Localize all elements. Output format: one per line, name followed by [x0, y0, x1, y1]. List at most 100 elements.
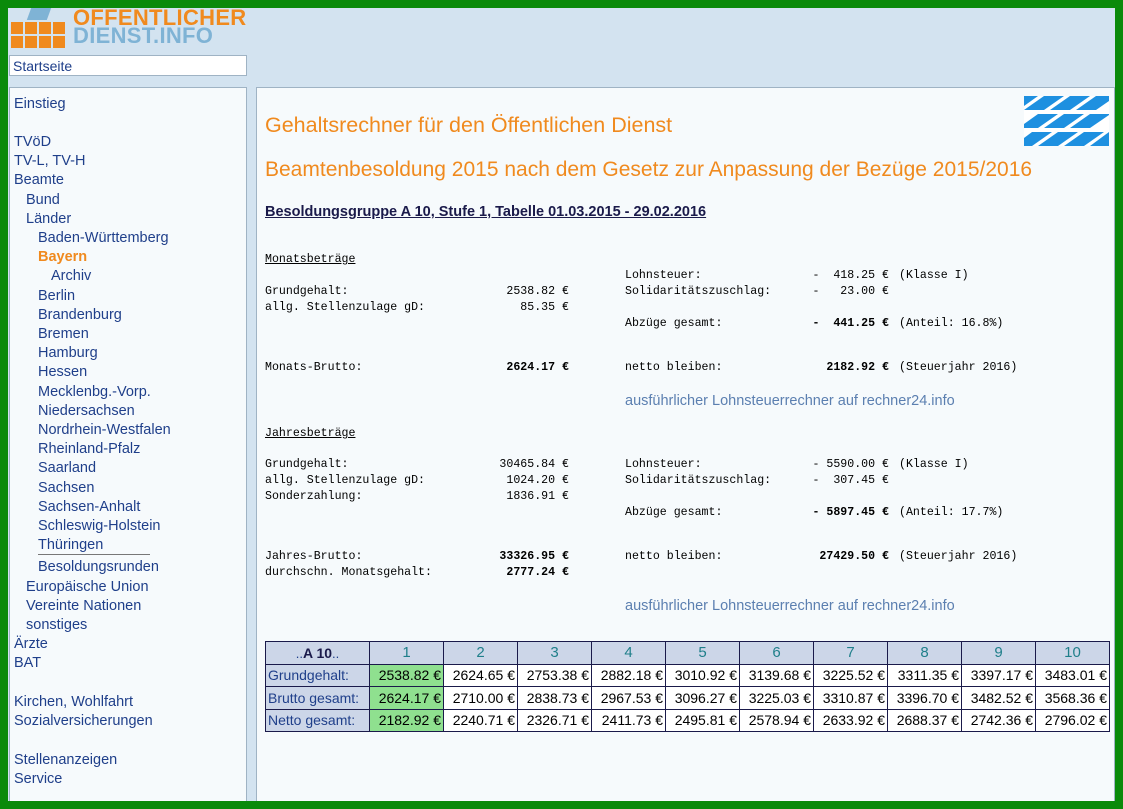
yearly-section-title: Jahresbeträge — [265, 427, 356, 440]
group-title: Besoldungsgruppe A 10, Stufe 1, Tabelle … — [265, 204, 707, 220]
sidebar-item-hamburg[interactable]: Hamburg — [38, 345, 98, 362]
home-link[interactable]: Startseite — [9, 55, 247, 76]
stage-header-2[interactable]: 2 — [443, 641, 518, 665]
sidebar-item-rheinland-pfalz[interactable]: Rheinland-Pfalz — [38, 441, 140, 458]
sidebar-item-sozialversicherungen[interactable]: Sozialversicherungen — [14, 713, 153, 730]
table-cell[interactable]: 3397.17 € — [961, 663, 1036, 687]
sidebar-item-brandenburg[interactable]: Brandenburg — [38, 307, 122, 324]
yearly-brutto-value: 33326.95 € — [499, 550, 569, 563]
table-cell[interactable]: 3482.52 € — [961, 686, 1036, 710]
monthly-abzuege-value: - 441.25 € — [812, 317, 889, 330]
sidebar-item-vereinte-nationen[interactable]: Vereinte Nationen — [26, 598, 141, 615]
table-cell[interactable]: 2742.36 € — [961, 708, 1036, 732]
sidebar-item-service[interactable]: Service — [14, 771, 62, 788]
yearly-lohnsteuer-value: - 5590.00 € — [812, 458, 889, 471]
table-cell[interactable]: 3568.36 € — [1035, 686, 1110, 710]
table-cell[interactable]: 3396.70 € — [887, 686, 962, 710]
table-cell[interactable]: 2633.92 € — [813, 708, 888, 732]
table-cell[interactable]: 3139.68 € — [739, 663, 814, 687]
table-cell[interactable]: 2495.81 € — [665, 708, 740, 732]
sidebar-item-saarland[interactable]: Saarland — [38, 460, 96, 477]
sidebar-item-niedersachsen[interactable]: Niedersachsen — [38, 403, 135, 420]
sidebar-item-beamte[interactable]: Beamte — [14, 172, 64, 189]
monthly-zulage-value: 85.35 € — [520, 301, 569, 314]
table-cell[interactable]: 2796.02 € — [1035, 708, 1110, 732]
sidebar-item-bremen[interactable]: Bremen — [38, 326, 89, 343]
table-cell[interactable]: 2624.65 € — [443, 663, 518, 687]
table-cell[interactable]: 2967.53 € — [591, 686, 666, 710]
table-cell[interactable]: 3225.52 € — [813, 663, 888, 687]
table-cell[interactable]: 3096.27 € — [665, 686, 740, 710]
stage-header-8[interactable]: 8 — [887, 641, 962, 665]
table-corner-cell: ..A 10.. — [265, 641, 370, 665]
sidebar-item-tvoed[interactable]: TVöD — [14, 134, 51, 151]
stage-header-4[interactable]: 4 — [591, 641, 666, 665]
sidebar-nav: Einstieg TVöD TV-L, TV-H Beamte Bund Län… — [9, 87, 247, 801]
sidebar-item-hessen[interactable]: Hessen — [38, 364, 87, 381]
monthly-netto-label: netto bleiben: — [625, 361, 723, 374]
sidebar-item-baden-wuerttemberg[interactable]: Baden-Württemberg — [38, 230, 169, 247]
yearly-netto-label: netto bleiben: — [625, 550, 723, 563]
sidebar-item-kirchen-wohlfahrt[interactable]: Kirchen, Wohlfahrt — [14, 694, 133, 711]
sidebar-item-besoldungsrunden[interactable]: Besoldungsrunden — [38, 559, 159, 576]
sidebar-item-mecklenburg-vorpommern[interactable]: Mecklenbg.-Vorp. — [38, 384, 151, 401]
yearly-soli-value: - 307.45 € — [812, 474, 889, 487]
sidebar-item-sachsen-anhalt[interactable]: Sachsen-Anhalt — [38, 499, 140, 516]
sidebar-item-stellenanzeigen[interactable]: Stellenanzeigen — [14, 752, 117, 769]
site-logo[interactable]: OFFENTLICHER DIENST.INFO — [11, 8, 246, 48]
yearly-abzuege-label: Abzüge gesamt: — [625, 506, 723, 519]
monthly-grundgehalt-label: Grundgehalt: — [265, 285, 349, 298]
sidebar-item-thueringen[interactable]: Thüringen — [38, 537, 103, 554]
yearly-lohnsteuer-note: (Klasse I) — [899, 458, 969, 471]
table-cell[interactable]: 3483.01 € — [1035, 663, 1110, 687]
sidebar-item-aerzte[interactable]: Ärzte — [14, 636, 48, 653]
sidebar-item-berlin[interactable]: Berlin — [38, 288, 75, 305]
sidebar-item-archiv[interactable]: Archiv — [51, 268, 91, 285]
sidebar-item-nordrhein-westfalen[interactable]: Nordrhein-Westfalen — [38, 422, 171, 439]
table-cell[interactable]: 2326.71 € — [517, 708, 592, 732]
sidebar-item-bayern[interactable]: Bayern — [38, 249, 87, 266]
monthly-section-title: Monatsbeträge — [265, 253, 356, 266]
sidebar-item-tvl-tvh[interactable]: TV-L, TV-H — [14, 153, 85, 170]
stage-header-3[interactable]: 3 — [517, 641, 592, 665]
sidebar-item-einstieg[interactable]: Einstieg — [14, 96, 66, 113]
monthly-lohnsteuerrechner-link[interactable]: ausführlicher Lohnsteuerrechner auf rech… — [625, 393, 955, 409]
monthly-abzuege-note: (Anteil: 16.8%) — [899, 317, 1004, 330]
table-cell[interactable]: 2240.71 € — [443, 708, 518, 732]
table-cell[interactable]: 2578.94 € — [739, 708, 814, 732]
sidebar-item-schleswig-holstein[interactable]: Schleswig-Holstein — [38, 518, 161, 535]
sidebar-item-sachsen[interactable]: Sachsen — [38, 480, 94, 497]
stage-header-7[interactable]: 7 — [813, 641, 888, 665]
stage-header-10[interactable]: 10 — [1035, 641, 1110, 665]
table-cell[interactable]: 2624.17 € — [369, 686, 444, 710]
table-cell[interactable]: 2411.73 € — [591, 708, 666, 732]
table-row: Grundgehalt: 2538.82 € 2624.65 € 2753.38… — [265, 663, 1110, 687]
table-cell[interactable]: 2710.00 € — [443, 686, 518, 710]
yearly-sonder-label: Sonderzahlung: — [265, 490, 363, 503]
yearly-brutto-label: Jahres-Brutto: — [265, 550, 363, 563]
sidebar-item-sonstiges[interactable]: sonstiges — [26, 617, 87, 634]
stage-header-5[interactable]: 5 — [665, 641, 740, 665]
table-cell[interactable]: 2838.73 € — [517, 686, 592, 710]
table-cell[interactable]: 2182.92 € — [369, 708, 444, 732]
stage-header-6[interactable]: 6 — [739, 641, 814, 665]
table-cell[interactable]: 3310.87 € — [813, 686, 888, 710]
sidebar-item-laender[interactable]: Länder — [26, 211, 71, 228]
sidebar-item-europaeische-union[interactable]: Europäische Union — [26, 579, 149, 596]
table-cell[interactable]: 3225.03 € — [739, 686, 814, 710]
yearly-zulage-value: 1024.20 € — [506, 474, 569, 487]
stage-header-9[interactable]: 9 — [961, 641, 1036, 665]
table-cell[interactable]: 3311.35 € — [887, 663, 962, 687]
stage-header-1[interactable]: 1 — [369, 641, 444, 665]
sidebar-item-bat[interactable]: BAT — [14, 655, 41, 672]
yearly-lohnsteuerrechner-link[interactable]: ausführlicher Lohnsteuerrechner auf rech… — [625, 598, 955, 614]
yearly-netto-value: 27429.50 € — [819, 550, 889, 563]
table-cell[interactable]: 2753.38 € — [517, 663, 592, 687]
yearly-grundgehalt-label: Grundgehalt: — [265, 458, 349, 471]
logo-text-line2: DIENST.INFO — [73, 23, 214, 48]
sidebar-item-bund[interactable]: Bund — [26, 192, 60, 209]
table-cell[interactable]: 3010.92 € — [665, 663, 740, 687]
table-cell[interactable]: 2538.82 € — [369, 663, 444, 687]
table-cell[interactable]: 2688.37 € — [887, 708, 962, 732]
table-cell[interactable]: 2882.18 € — [591, 663, 666, 687]
